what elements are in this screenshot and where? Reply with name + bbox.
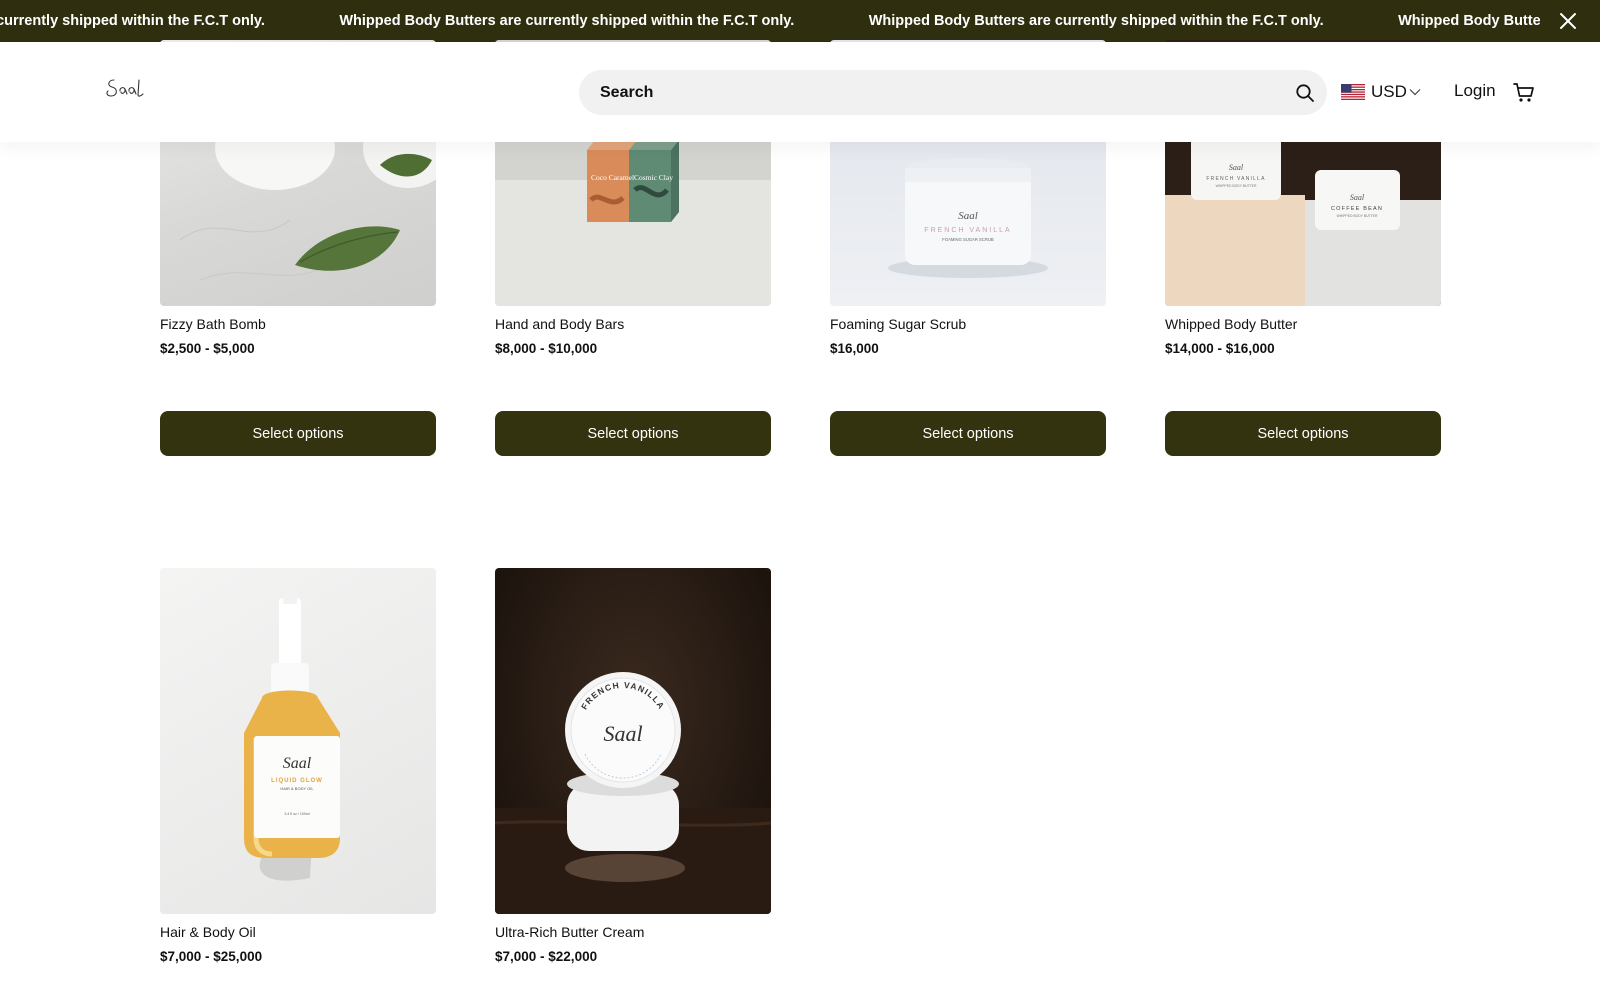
select-options-button[interactable]: Select options bbox=[1165, 411, 1441, 456]
svg-text:Saal: Saal bbox=[603, 721, 642, 746]
select-options-button[interactable]: Select options bbox=[495, 411, 771, 456]
svg-text:Saal: Saal bbox=[1229, 163, 1244, 172]
product-price: $7,000 - $22,000 bbox=[495, 949, 598, 964]
oil-sublabel: HAIR & BODY OIL bbox=[280, 786, 314, 791]
jar-sublabel: WHIPPED BODY BUTTER bbox=[1337, 214, 1378, 218]
product-card: FRENCH VANILLA Saal Ultra-Rich Butter Cr… bbox=[495, 568, 771, 968]
product-price: $8,000 - $10,000 bbox=[495, 341, 598, 356]
jar-label: COFFEE BEAN bbox=[1331, 206, 1383, 212]
currency-code: USD bbox=[1371, 82, 1407, 101]
svg-text:Saal: Saal bbox=[958, 210, 978, 222]
product-image[interactable]: Saal LIQUID GLOW HAIR & BODY OIL 3.4 fl … bbox=[160, 568, 436, 914]
product-image[interactable]: FRENCH VANILLA Saal bbox=[495, 568, 771, 914]
svg-text:3.4 fl oz / 100ml: 3.4 fl oz / 100ml bbox=[284, 812, 310, 816]
oil-label: LIQUID GLOW bbox=[271, 778, 323, 784]
product-name[interactable]: Whipped Body Butter bbox=[1165, 316, 1297, 332]
product-name[interactable]: Ultra-Rich Butter Cream bbox=[495, 924, 644, 940]
product-price: $14,000 - $16,000 bbox=[1165, 341, 1275, 356]
search-bar[interactable] bbox=[579, 70, 1327, 115]
jar-sublabel: WHIPPED BODY BUTTER bbox=[1216, 184, 1257, 188]
product-name[interactable]: Hair & Body Oil bbox=[160, 924, 256, 940]
site-header: USD Login bbox=[0, 42, 1600, 142]
chevron-down-icon bbox=[1409, 89, 1421, 96]
us-flag-icon bbox=[1341, 84, 1365, 100]
bar-label: Cosmic Clay bbox=[634, 173, 673, 182]
svg-text:Saal: Saal bbox=[1350, 193, 1365, 202]
cart-icon[interactable] bbox=[1512, 80, 1536, 104]
brand-logo[interactable] bbox=[102, 74, 146, 104]
hair-body-oil-photo: Saal LIQUID GLOW HAIR & BODY OIL 3.4 fl … bbox=[244, 590, 340, 881]
product-name[interactable]: Hand and Body Bars bbox=[495, 316, 624, 332]
select-options-button[interactable]: Select options bbox=[830, 411, 1106, 456]
product-price: $16,000 bbox=[830, 341, 879, 356]
product-card: Saal LIQUID GLOW HAIR & BODY OIL 3.4 fl … bbox=[160, 568, 436, 968]
close-icon[interactable] bbox=[1556, 9, 1580, 33]
select-options-button[interactable]: Select options bbox=[160, 411, 436, 456]
jar-sublabel: FOAMING SUGAR SCRUB bbox=[942, 237, 994, 242]
currency-selector[interactable]: USD bbox=[1341, 80, 1421, 104]
product-name[interactable]: Foaming Sugar Scrub bbox=[830, 316, 966, 332]
jar-label: FRENCH VANILLA bbox=[1206, 176, 1265, 182]
login-link[interactable]: Login bbox=[1454, 81, 1496, 101]
product-name[interactable]: Fizzy Bath Bomb bbox=[160, 316, 266, 332]
product-price: $2,500 - $5,000 bbox=[160, 341, 255, 356]
jar-label: FRENCH VANILLA bbox=[924, 227, 1011, 234]
svg-text:Saal: Saal bbox=[283, 755, 312, 772]
product-price: $7,000 - $25,000 bbox=[160, 949, 263, 964]
bar-label: Coco Caramel bbox=[591, 173, 634, 182]
butter-cream-photo: FRENCH VANILLA Saal bbox=[495, 672, 771, 914]
search-input[interactable] bbox=[579, 70, 1269, 115]
search-icon[interactable] bbox=[1295, 83, 1315, 103]
